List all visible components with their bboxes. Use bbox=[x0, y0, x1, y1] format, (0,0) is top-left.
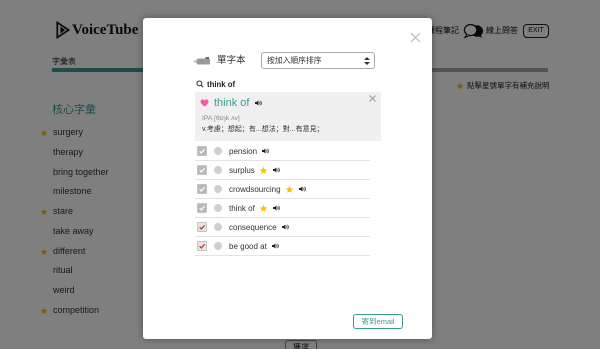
speaker-icon[interactable] bbox=[298, 185, 306, 193]
status-dot[interactable] bbox=[214, 166, 222, 174]
word-row: think of bbox=[195, 199, 370, 218]
star-icon[interactable] bbox=[285, 185, 294, 194]
modal-title: 單字本 bbox=[217, 55, 246, 66]
word-row: surplus bbox=[195, 161, 370, 180]
word-text[interactable]: surplus bbox=[229, 166, 255, 175]
heart-icon[interactable] bbox=[200, 99, 209, 107]
status-dot[interactable] bbox=[214, 147, 222, 155]
speaker-icon[interactable] bbox=[261, 147, 269, 155]
speaker-icon[interactable] bbox=[254, 99, 263, 107]
search-query[interactable]: think of bbox=[207, 80, 235, 89]
checkmark-icon bbox=[199, 167, 206, 173]
status-dot[interactable] bbox=[214, 185, 222, 193]
word-line: pension bbox=[229, 142, 269, 160]
word-checkbox[interactable] bbox=[197, 165, 207, 175]
star-icon[interactable] bbox=[259, 204, 268, 213]
status-dot[interactable] bbox=[214, 204, 222, 212]
search-row: think of bbox=[196, 79, 235, 89]
send-email-button[interactable]: 寄到email bbox=[353, 314, 403, 329]
speaker-icon[interactable] bbox=[272, 166, 280, 174]
definition-ipa: IPA [θɪŋk ʌv] bbox=[202, 115, 240, 122]
word-checkbox[interactable] bbox=[197, 222, 207, 232]
star-icon[interactable] bbox=[259, 166, 268, 175]
speaker-icon[interactable] bbox=[271, 242, 279, 250]
select-arrows-icon bbox=[364, 57, 370, 65]
sort-selected-value: 按加入順序排序 bbox=[267, 56, 322, 65]
word-line: think of bbox=[229, 199, 280, 217]
definition-meaning: v.考慮；想起；有...想法；對...有意見； bbox=[202, 126, 324, 133]
checkmark-icon bbox=[199, 148, 206, 154]
word-line: crowdsourcing bbox=[229, 180, 306, 198]
word-text[interactable]: pension bbox=[229, 147, 257, 156]
word-line: be good at bbox=[229, 237, 279, 255]
checkmark-icon bbox=[199, 205, 206, 211]
word-row: pension bbox=[195, 142, 370, 161]
close-definition-icon[interactable] bbox=[369, 95, 376, 102]
word-checkbox[interactable] bbox=[197, 146, 207, 156]
word-line: consequence bbox=[229, 218, 289, 236]
marker-icon bbox=[193, 56, 210, 64]
speaker-icon[interactable] bbox=[272, 204, 280, 212]
sort-select[interactable]: 按加入順序排序 bbox=[261, 52, 375, 69]
word-row: consequence bbox=[195, 218, 370, 237]
word-checkbox[interactable] bbox=[197, 184, 207, 194]
close-icon[interactable] bbox=[410, 32, 421, 43]
checkmark-icon bbox=[199, 186, 206, 192]
word-line: surplus bbox=[229, 161, 280, 179]
definition-card: think of IPA [θɪŋk ʌv] v.考慮；想起；有...想法；對.… bbox=[195, 92, 381, 141]
word-text[interactable]: think of bbox=[229, 204, 255, 213]
word-row: be good at bbox=[195, 237, 370, 256]
word-text[interactable]: consequence bbox=[229, 223, 277, 232]
word-checkbox[interactable] bbox=[197, 241, 207, 251]
status-dot[interactable] bbox=[214, 242, 222, 250]
status-dot[interactable] bbox=[214, 223, 222, 231]
checkmark-icon bbox=[199, 224, 206, 230]
word-notebook-modal: 單字本 按加入順序排序 think of think of IPA [θɪŋk … bbox=[143, 18, 432, 339]
speaker-icon[interactable] bbox=[281, 223, 289, 231]
word-text[interactable]: be good at bbox=[229, 242, 267, 251]
word-list: pension surplus crowdsourcing think of c… bbox=[195, 142, 370, 256]
checkmark-icon bbox=[199, 243, 206, 249]
definition-word: think of bbox=[214, 97, 250, 109]
word-row: crowdsourcing bbox=[195, 180, 370, 199]
definition-header: think of bbox=[200, 96, 263, 110]
search-icon bbox=[196, 80, 204, 88]
word-text[interactable]: crowdsourcing bbox=[229, 185, 281, 194]
word-checkbox[interactable] bbox=[197, 203, 207, 213]
